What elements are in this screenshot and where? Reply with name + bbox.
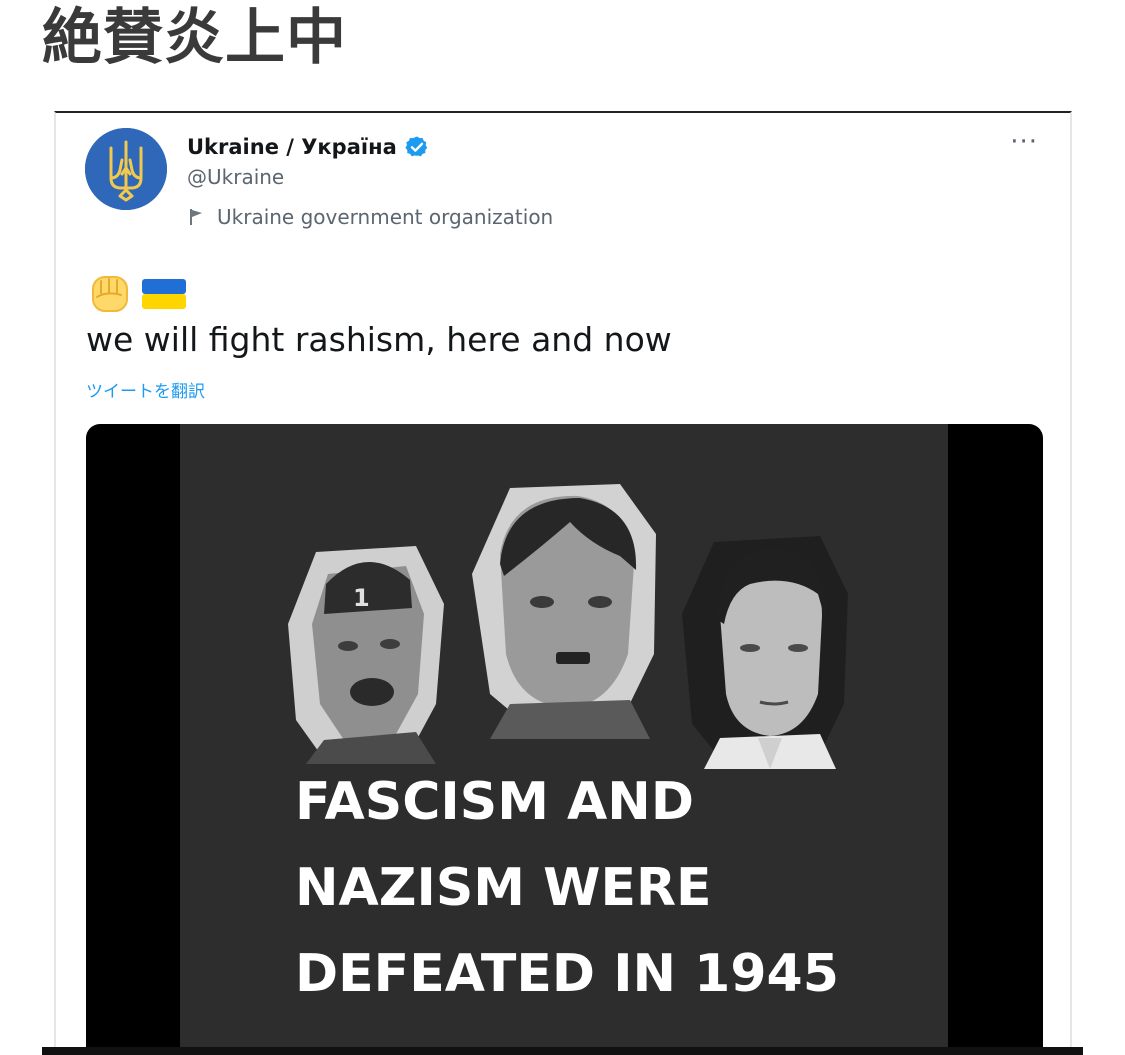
translate-tweet-link[interactable]: ツイートを翻訳 [86,377,205,402]
overlay-line: DEFEATED IN 1945 [295,944,839,1004]
overlay-line: FASCISM AND [295,772,694,832]
verified-badge-icon [405,136,427,157]
org-label-row: Ukraine government organization [187,205,553,229]
tweet-text: we will fight rashism, here and now [86,320,672,359]
author-handle[interactable]: @Ukraine [187,165,284,189]
portrait-center [472,484,656,739]
tweet-media[interactable]: 1 FASCISM AND NAZISM WERE DEFEATED IN 19… [86,424,1043,1055]
media-overlay-text: FASCISM AND NAZISM WERE DEFEATED IN 1945 [295,759,839,1017]
more-options-icon[interactable]: ··· [1010,127,1038,157]
page: 絶賛炎上中 Ukraine / Україна @Ukraine Ukraine… [0,0,1125,1055]
author-name-row[interactable]: Ukraine / Україна [187,131,429,163]
ukraine-flag-icon [142,279,186,309]
raised-fist-icon [92,276,128,312]
emoji-row [87,271,187,317]
org-label: Ukraine government organization [217,205,554,229]
tweet-card: Ukraine / Україна @Ukraine Ukraine gover… [54,111,1072,1055]
portrait-badge: 1 [353,584,370,612]
media-image: 1 FASCISM AND NAZISM WERE DEFEATED IN 19… [180,424,948,1055]
display-name[interactable]: Ukraine / Україна [187,135,397,159]
overlay-line: NAZISM WERE [295,858,712,918]
page-headline: 絶賛炎上中 [42,3,347,73]
flag-icon [190,209,202,225]
portrait-left: 1 [288,546,444,764]
ukraine-avatar[interactable] [85,128,167,210]
portrait-right [682,536,848,769]
trident-icon [85,128,167,210]
bottom-bar [42,1047,1083,1055]
